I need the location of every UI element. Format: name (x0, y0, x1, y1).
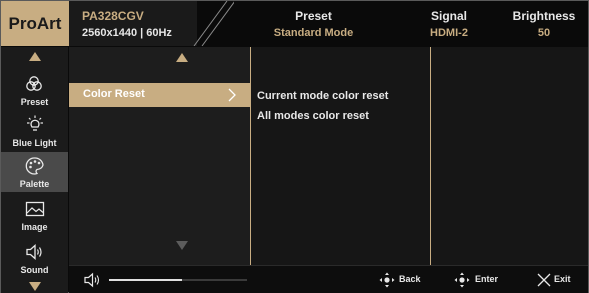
nav-scroll-up-icon[interactable] (29, 52, 41, 61)
detail-column (430, 47, 588, 265)
volume-icon (84, 272, 100, 288)
preset-status-value: Standard Mode (273, 27, 354, 39)
submenu-column (69, 47, 250, 265)
sound-icon (26, 244, 42, 260)
volume-slider[interactable] (109, 279, 247, 281)
signal-status: Signal HDMI-2 (413, 1, 485, 46)
joystick-back-icon (379, 272, 395, 288)
preset-icon (26, 76, 42, 91)
exit-label: Exit (554, 274, 571, 284)
model-name: PA328CGV (82, 9, 144, 23)
close-icon (537, 273, 551, 287)
submenu-item-color-reset[interactable]: Color Reset (69, 83, 250, 107)
signal-status-label: Signal (430, 9, 467, 23)
sidebar-item-preset[interactable]: Preset (1, 70, 68, 110)
sidebar-item-sound[interactable]: Sound (1, 238, 68, 278)
model-info: PA328CGV 2560x1440 | 60Hz (69, 1, 197, 46)
sidebar-item-blue-light[interactable]: Blue Light (1, 111, 68, 151)
header-divider-slashes (193, 1, 234, 46)
option-all-modes-color-reset[interactable]: All modes color reset (257, 110, 369, 122)
palette-icon (25, 157, 44, 175)
brightness-status-label: Brightness (512, 9, 576, 23)
image-icon (25, 201, 45, 217)
back-button[interactable]: Back (379, 266, 424, 293)
sidebar-item-label: Image (21, 222, 48, 232)
sidebar-item-label: Palette (19, 179, 50, 189)
options-column (250, 47, 430, 265)
osd-header: ProArt PA328CGV 2560x1440 | 60Hz Preset … (1, 1, 588, 46)
sidebar-item-label: Sound (20, 265, 49, 275)
sidebar-item-label: Preset (20, 97, 49, 107)
brightness-status: Brightness 50 (501, 1, 587, 46)
blue-light-icon (27, 115, 43, 131)
resolution-text: 2560x1440 | 60Hz (82, 27, 172, 39)
enter-button[interactable]: Enter (454, 266, 504, 293)
volume-slider-fill (109, 279, 183, 281)
sidebar-item-label: Blue Light (12, 138, 57, 148)
back-label: Back (399, 274, 421, 284)
submenu-item-label: Color Reset (83, 88, 145, 100)
enter-label: Enter (475, 274, 499, 284)
joystick-enter-icon (454, 272, 470, 288)
submenu-scroll-up-icon[interactable] (176, 53, 188, 62)
exit-button[interactable]: Exit (537, 266, 577, 293)
preset-status-label: Preset (295, 9, 332, 23)
submenu-scroll-down-icon[interactable] (176, 241, 188, 250)
brightness-status-value: 50 (537, 27, 551, 39)
brand-logo: ProArt (1, 1, 69, 46)
preset-status: Preset Standard Mode (241, 1, 386, 46)
signal-status-value: HDMI-2 (430, 27, 468, 39)
osd-menu: ProArt PA328CGV 2560x1440 | 60Hz Preset … (0, 0, 589, 293)
sidebar-item-palette[interactable]: Palette (1, 152, 68, 192)
category-sidebar: Preset Blue Light Palette Image Sound (1, 47, 68, 293)
osd-footer: Back Enter Exit (69, 265, 588, 293)
nav-scroll-down-icon[interactable] (29, 282, 41, 291)
chevron-right-icon (228, 88, 236, 102)
sidebar-item-image[interactable]: Image (1, 195, 68, 235)
option-current-mode-color-reset[interactable]: Current mode color reset (257, 90, 388, 102)
